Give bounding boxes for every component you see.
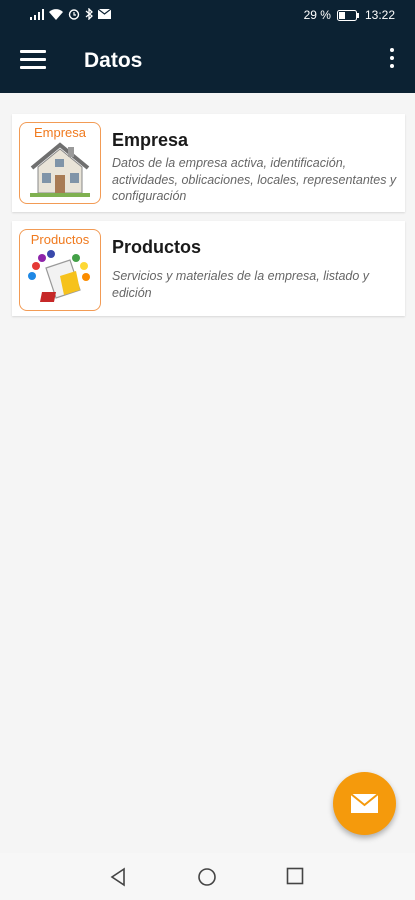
item-title: Productos <box>112 237 202 257</box>
alarm-icon <box>68 9 80 20</box>
home-icon[interactable] <box>197 867 217 887</box>
system-nav-bar <box>0 853 415 900</box>
data-list: Empresa Empresa Datos de la empresa acti… <box>12 114 405 325</box>
envelope-fab-button[interactable] <box>333 772 396 835</box>
item-title: Empresa <box>112 130 189 150</box>
wifi-icon <box>49 8 63 20</box>
status-bar: 29 % 13:22 <box>0 0 415 30</box>
clock: 13:22 <box>364 8 395 22</box>
house-icon <box>30 142 90 197</box>
paint-bucket-icon <box>28 250 90 302</box>
status-icons-left <box>30 8 111 20</box>
page-title: Datos <box>84 49 143 72</box>
productos-thumbnail: Productos <box>19 229 101 311</box>
toolbar: Datos <box>0 30 415 93</box>
item-description: Datos de la empresa activa, identificaci… <box>112 156 397 203</box>
back-icon[interactable] <box>109 867 127 887</box>
status-icons-right: 29 % 13:22 <box>304 8 395 22</box>
mail-icon <box>98 9 111 19</box>
more-vert-icon[interactable] <box>387 48 397 74</box>
hamburger-icon[interactable] <box>20 50 46 72</box>
bluetooth-icon <box>85 8 93 20</box>
signal-icon <box>30 8 44 20</box>
item-description: Servicios y materiales de la empresa, li… <box>112 269 370 300</box>
envelope-icon <box>350 793 379 813</box>
battery-percent: 29 % <box>303 8 331 22</box>
empresa-thumbnail: Empresa <box>19 122 101 204</box>
app-bar: 29 % 13:22 Datos <box>0 0 415 93</box>
recent-apps-icon[interactable] <box>286 867 304 885</box>
battery-icon <box>336 9 359 21</box>
list-item-empresa[interactable]: Empresa Empresa Datos de la empresa acti… <box>12 114 405 212</box>
list-item-productos[interactable]: Productos Productos Servicios y material… <box>12 221 405 316</box>
